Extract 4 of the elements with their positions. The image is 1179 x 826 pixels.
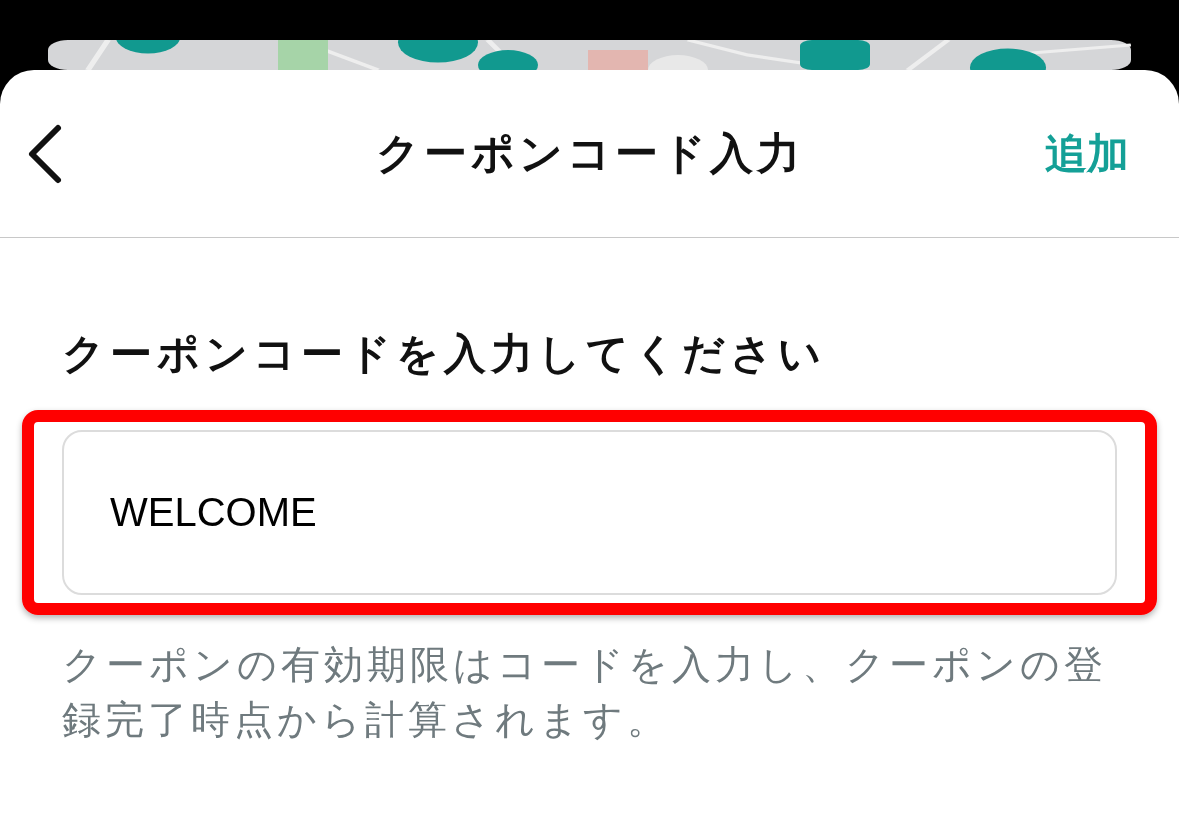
screen-title: クーポンコード入力 <box>375 126 804 180</box>
coupon-code-field[interactable]: WELCOME <box>62 430 1117 595</box>
helper-text: クーポンの有効期限はコードを入力し、クーポンの登録完了時点から計算されます。 <box>62 641 1108 744</box>
field-label: クーポンコードを入力してください <box>62 328 827 380</box>
